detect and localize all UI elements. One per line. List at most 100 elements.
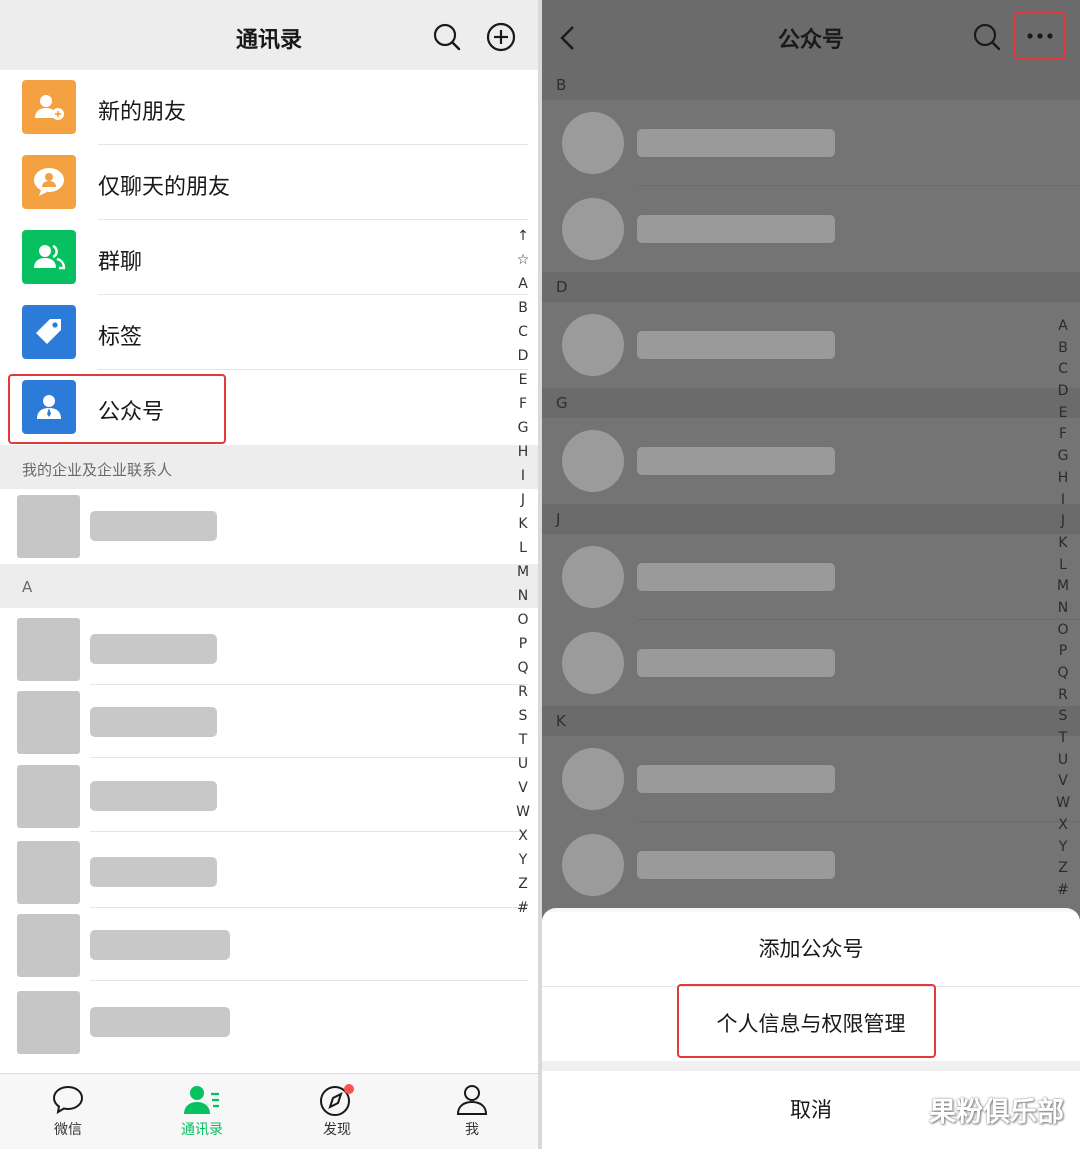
alphabet-index[interactable]: A B C D E F G H I J K L M N O P Q R S T U V W X Y Z # xyxy=(1052,316,1074,902)
list-item[interactable] xyxy=(0,985,538,1058)
index-letter[interactable]: Z xyxy=(512,872,534,896)
list-item[interactable] xyxy=(542,534,1080,620)
index-letter[interactable]: E xyxy=(512,368,534,392)
contacts-icon xyxy=(184,1086,219,1114)
index-letter[interactable]: I xyxy=(1052,490,1074,512)
more-button[interactable] xyxy=(1014,12,1066,60)
menu-chat-only-friends[interactable]: 仅聊天的朋友 xyxy=(0,145,538,220)
index-letter[interactable]: P xyxy=(512,632,534,656)
section-g: G xyxy=(542,388,1080,418)
account-name-placeholder xyxy=(637,331,835,359)
index-letter[interactable]: B xyxy=(1052,338,1074,360)
index-letter[interactable]: U xyxy=(1052,750,1074,772)
list-item[interactable] xyxy=(0,612,538,685)
search-icon[interactable] xyxy=(432,22,462,52)
index-letter[interactable]: S xyxy=(512,704,534,728)
group-chat-icon xyxy=(22,230,76,284)
contact-name-placeholder xyxy=(90,781,217,811)
list-item[interactable] xyxy=(0,489,538,564)
index-letter[interactable]: Y xyxy=(1052,837,1074,859)
index-letter[interactable]: S xyxy=(1052,706,1074,728)
index-letter[interactable]: O xyxy=(1052,620,1074,642)
tab-chats[interactable]: 微信 xyxy=(28,1084,108,1139)
index-letter[interactable]: K xyxy=(1052,533,1074,555)
contact-name-placeholder xyxy=(90,857,217,887)
avatar xyxy=(17,991,80,1054)
alphabet-index[interactable]: ↑ ☆ A B C D E F G H I J K L M N O P Q R S T U V W X Y Z # xyxy=(512,224,534,920)
list-item[interactable] xyxy=(0,759,538,832)
tab-discover[interactable]: 发现 xyxy=(297,1084,377,1139)
index-letter[interactable]: G xyxy=(512,416,534,440)
index-letter[interactable]: W xyxy=(512,800,534,824)
index-letter[interactable]: Z xyxy=(1052,858,1074,880)
list-item[interactable] xyxy=(542,418,1080,504)
menu-group-chats[interactable]: 群聊 xyxy=(0,220,538,295)
index-letter[interactable]: B xyxy=(512,296,534,320)
index-letter[interactable]: L xyxy=(512,536,534,560)
index-letter[interactable]: T xyxy=(512,728,534,752)
section-k: K xyxy=(542,706,1080,736)
index-letter[interactable]: M xyxy=(512,560,534,584)
index-letter[interactable]: T xyxy=(1052,728,1074,750)
tab-contacts[interactable]: 通讯录 xyxy=(162,1084,242,1139)
search-icon[interactable] xyxy=(972,22,1002,52)
index-letter[interactable]: C xyxy=(512,320,534,344)
account-name-placeholder xyxy=(637,129,835,157)
index-letter[interactable]: D xyxy=(512,344,534,368)
list-item[interactable] xyxy=(0,685,538,758)
index-letter[interactable]: N xyxy=(512,584,534,608)
avatar xyxy=(562,834,624,896)
index-letter[interactable]: L xyxy=(1052,555,1074,577)
menu-new-friends[interactable]: 新的朋友 xyxy=(0,70,538,145)
index-letter[interactable]: Q xyxy=(512,656,534,680)
index-letter[interactable]: H xyxy=(1052,468,1074,490)
tab-me[interactable]: 我 xyxy=(432,1084,512,1139)
index-letter[interactable]: I xyxy=(512,464,534,488)
index-letter[interactable]: J xyxy=(1052,511,1074,533)
index-letter[interactable]: X xyxy=(512,824,534,848)
index-letter[interactable]: # xyxy=(1052,880,1074,902)
index-letter[interactable]: V xyxy=(1052,771,1074,793)
list-item[interactable] xyxy=(542,822,1080,908)
list-item[interactable] xyxy=(542,736,1080,822)
list-item[interactable] xyxy=(542,620,1080,706)
add-circle-icon[interactable] xyxy=(486,22,516,52)
index-letter[interactable]: O xyxy=(512,608,534,632)
add-official-account-button[interactable]: 添加公众号 xyxy=(542,912,1080,986)
highlight-privacy-permissions xyxy=(677,984,936,1058)
list-item[interactable] xyxy=(542,186,1080,272)
index-letter[interactable]: W xyxy=(1052,793,1074,815)
index-letter[interactable]: C xyxy=(1052,359,1074,381)
index-letter[interactable]: G xyxy=(1052,446,1074,468)
index-letter[interactable]: M xyxy=(1052,576,1074,598)
index-letter[interactable]: U xyxy=(512,752,534,776)
index-letter[interactable]: Q xyxy=(1052,663,1074,685)
index-letter[interactable]: Y xyxy=(512,848,534,872)
index-letter[interactable]: ↑ xyxy=(512,224,534,248)
list-item[interactable] xyxy=(0,835,538,908)
index-letter[interactable]: R xyxy=(1052,685,1074,707)
contact-name-placeholder xyxy=(90,707,217,737)
index-letter[interactable]: P xyxy=(1052,641,1074,663)
index-letter[interactable]: K xyxy=(512,512,534,536)
index-letter[interactable]: R xyxy=(512,680,534,704)
index-letter[interactable]: F xyxy=(1052,424,1074,446)
list-item[interactable] xyxy=(542,100,1080,186)
person-icon xyxy=(456,1085,488,1115)
index-letter[interactable]: ☆ xyxy=(512,248,534,272)
index-letter[interactable]: N xyxy=(1052,598,1074,620)
index-letter[interactable]: E xyxy=(1052,403,1074,425)
menu-tags[interactable]: 标签 xyxy=(0,295,538,370)
index-letter[interactable]: J xyxy=(512,488,534,512)
index-letter[interactable]: V xyxy=(512,776,534,800)
index-letter[interactable]: D xyxy=(1052,381,1074,403)
list-item[interactable] xyxy=(0,908,538,981)
index-letter[interactable]: A xyxy=(1052,316,1074,338)
index-letter[interactable]: H xyxy=(512,440,534,464)
index-letter[interactable]: A xyxy=(512,272,534,296)
list-item[interactable] xyxy=(542,302,1080,388)
index-letter[interactable]: X xyxy=(1052,815,1074,837)
index-letter[interactable]: F xyxy=(512,392,534,416)
index-letter[interactable]: # xyxy=(512,896,534,920)
avatar xyxy=(562,748,624,810)
